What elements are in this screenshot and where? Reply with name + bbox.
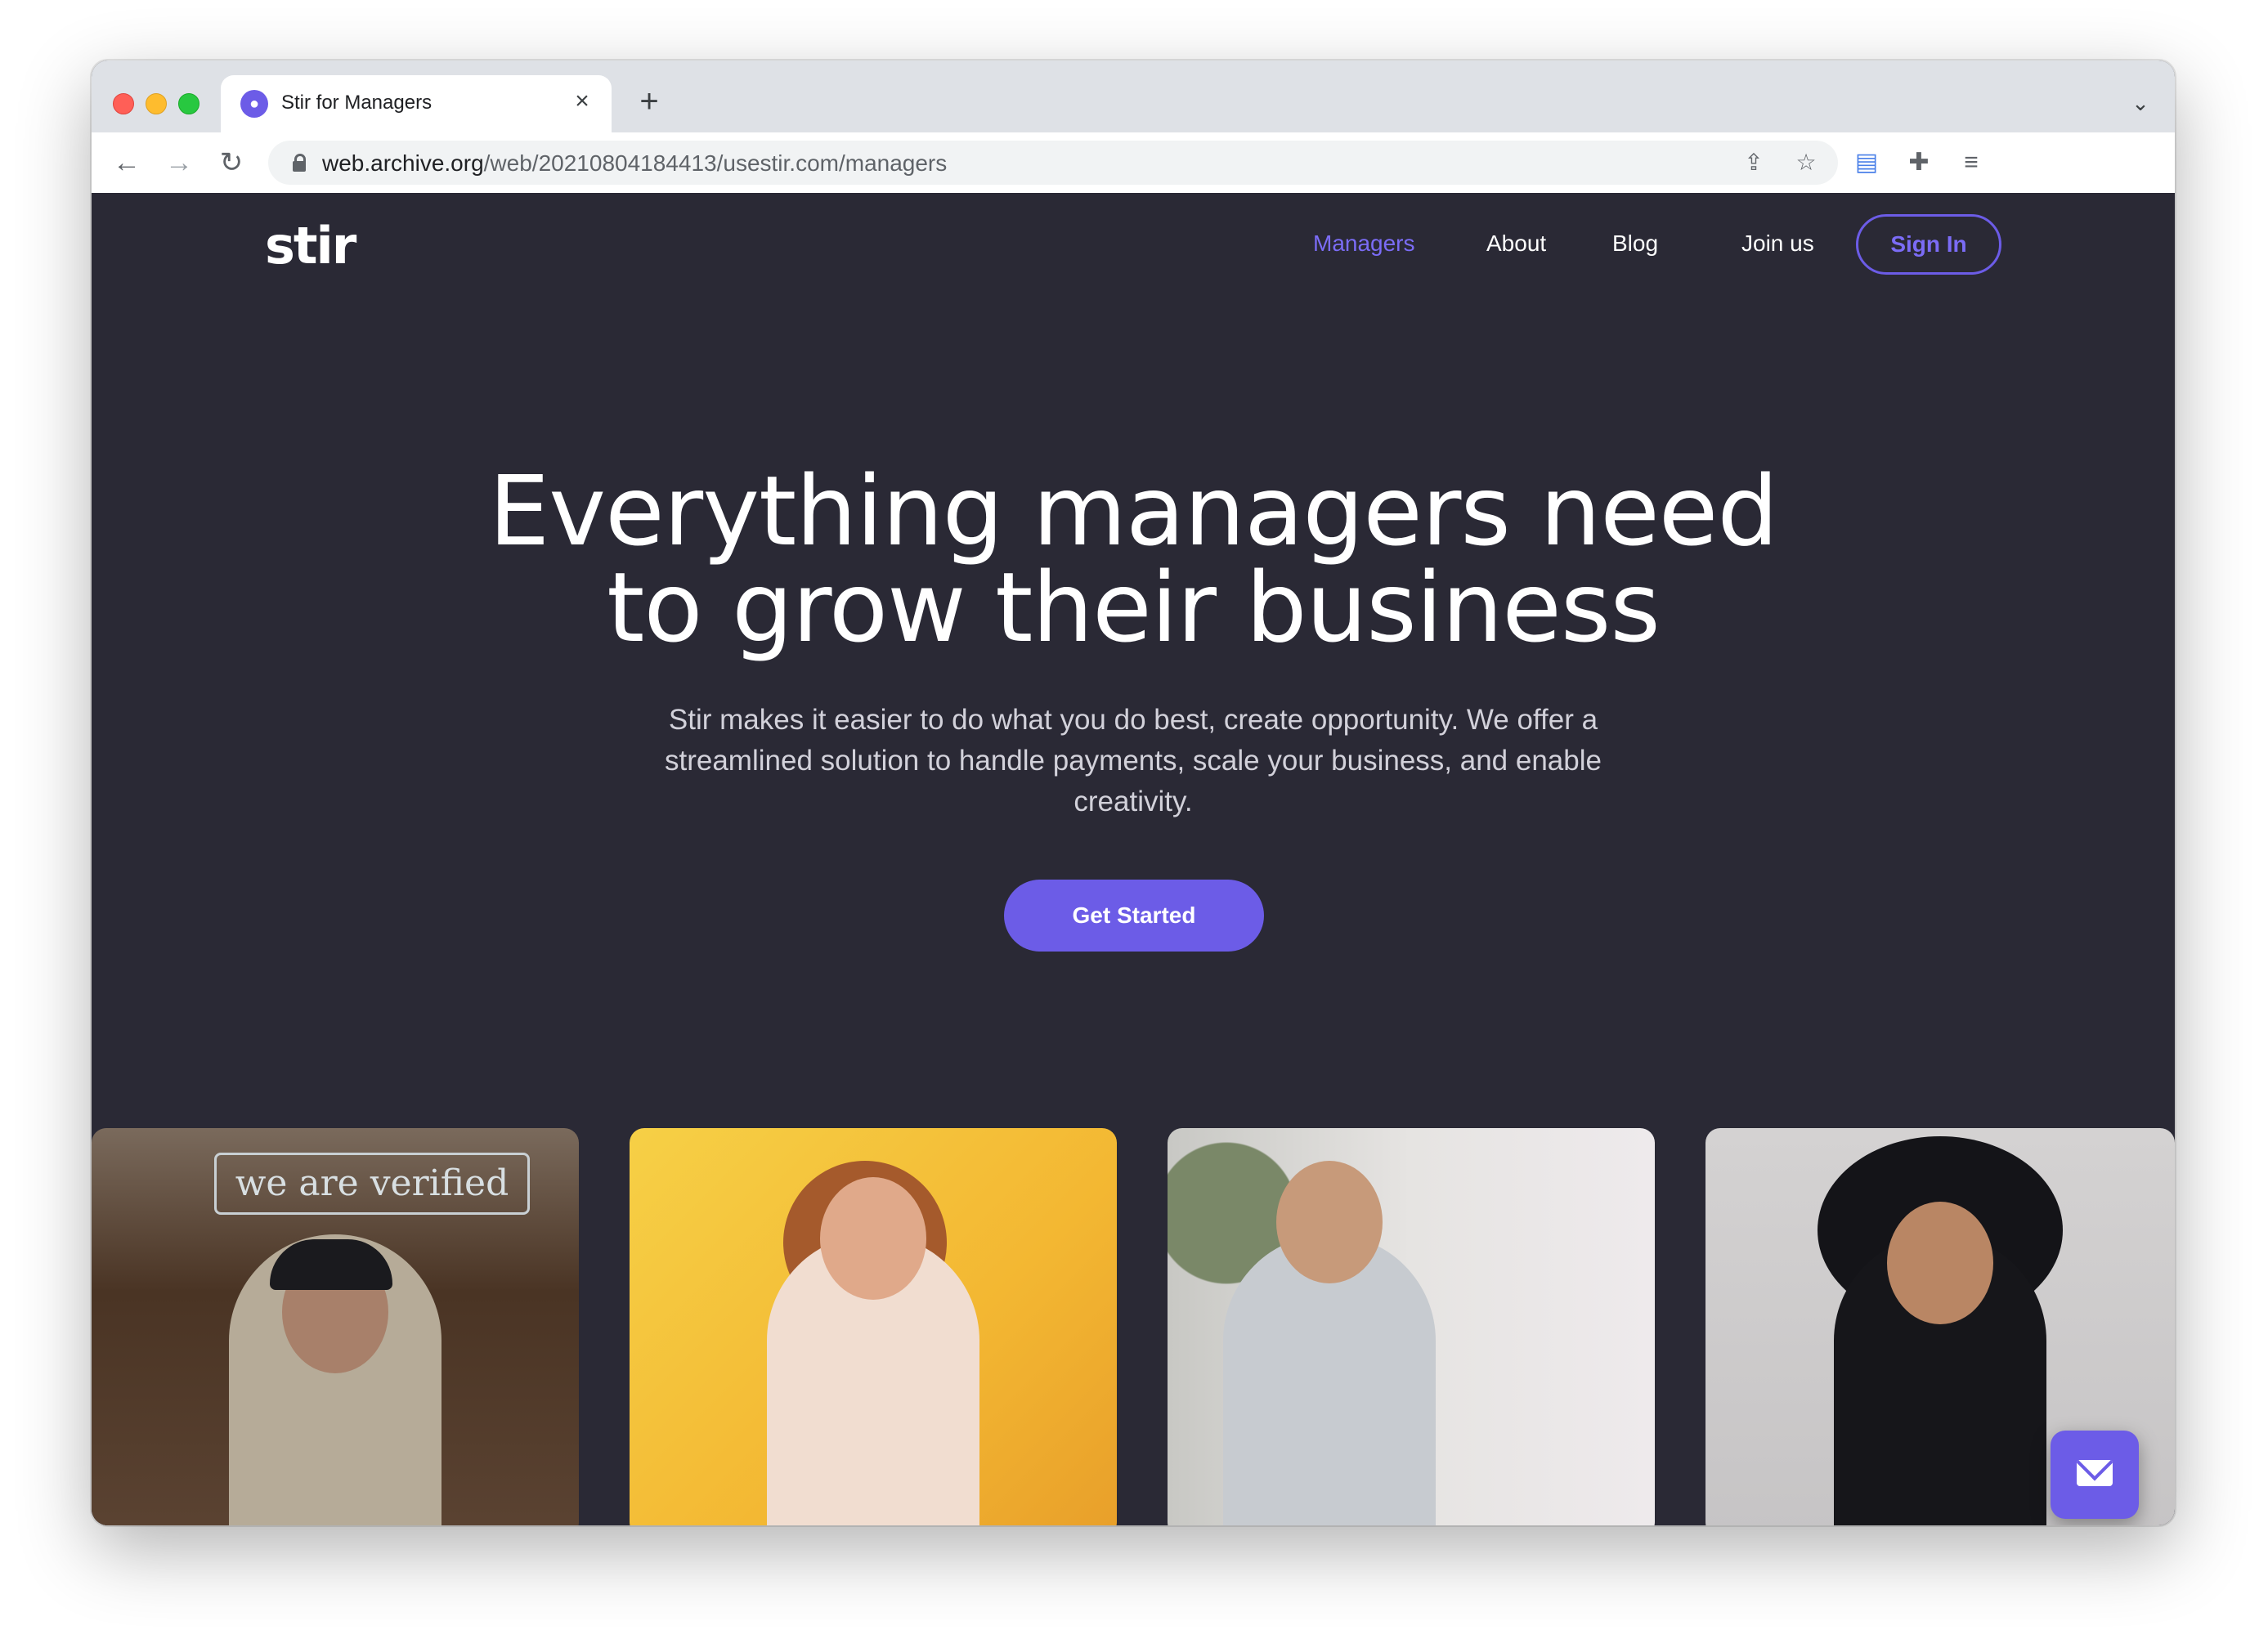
bookmark-star-icon[interactable]: ☆: [1791, 147, 1822, 178]
manager-photo-card[interactable]: [1168, 1128, 1655, 1525]
browser-toolbar: ← → ↻ web.archive.org/web/20210804184413…: [92, 132, 2175, 195]
media-controls-icon[interactable]: ≡: [1954, 146, 1988, 180]
new-tab-icon[interactable]: +: [631, 85, 667, 121]
manager-photo-card[interactable]: [630, 1128, 1117, 1525]
url-host: web.archive.org: [322, 150, 484, 176]
stir-logo[interactable]: stir: [265, 216, 356, 275]
tab-title: Stir for Managers: [281, 92, 433, 114]
minimize-window-button[interactable]: [146, 93, 167, 114]
browser-window: ● Stir for Managers × + ⌄ ← → ↻ web.arch…: [92, 60, 2175, 1525]
url-path: /web/20210804184413/usestir.com/managers: [483, 150, 948, 176]
stir-favicon-icon: ●: [240, 90, 268, 118]
back-icon[interactable]: ←: [110, 146, 144, 180]
url-text[interactable]: web.archive.org/web/20210804184413/usest…: [322, 150, 947, 177]
address-bar[interactable]: web.archive.org/web/20210804184413/usest…: [268, 141, 1838, 185]
get-started-button[interactable]: Get Started: [1004, 880, 1264, 952]
zoom-window-button[interactable]: [178, 93, 199, 114]
nav-managers[interactable]: Managers: [1313, 231, 1415, 257]
forward-icon[interactable]: →: [162, 146, 196, 180]
person-head: [1887, 1202, 1993, 1324]
manager-photo-row: we are verified: [92, 1128, 2175, 1525]
nav-blog[interactable]: Blog: [1612, 231, 1658, 257]
person-head: [820, 1177, 926, 1300]
sign-in-button[interactable]: Sign In: [1856, 214, 2001, 275]
close-window-button[interactable]: [113, 93, 134, 114]
share-icon[interactable]: ⇪: [1738, 147, 1769, 178]
tab-stir-for-managers[interactable]: ● Stir for Managers ×: [221, 75, 612, 132]
tab-strip: ● Stir for Managers × + ⌄: [92, 60, 2175, 132]
tab-search-icon[interactable]: ⌄: [2126, 88, 2155, 118]
document-extension-icon[interactable]: ▤: [1849, 146, 1884, 180]
tab-close-icon[interactable]: ×: [567, 87, 597, 116]
mail-icon: [2077, 1460, 2113, 1486]
manager-photo-card[interactable]: we are verified: [92, 1128, 579, 1525]
web-page: stir Managers About Blog Join us Sign In…: [92, 193, 2175, 1525]
nav-join-us[interactable]: Join us: [1741, 231, 1814, 257]
neon-sign-text: we are verified: [214, 1153, 530, 1215]
hero-title-line-1: Everything managers need: [488, 455, 1779, 567]
hero-subtitle: Stir makes it easier to do what you do b…: [665, 704, 1602, 817]
hero-title-line-2: to grow their business: [607, 551, 1661, 664]
extensions-puzzle-icon[interactable]: ✚: [1902, 146, 1936, 180]
lock-icon[interactable]: [293, 154, 306, 172]
hero-title: Everything managers need to grow their b…: [92, 463, 2175, 656]
nav-about[interactable]: About: [1486, 231, 1546, 257]
person-head: [1276, 1161, 1383, 1283]
reload-icon[interactable]: ↻: [214, 146, 249, 180]
contact-mail-button[interactable]: [2051, 1431, 2139, 1519]
